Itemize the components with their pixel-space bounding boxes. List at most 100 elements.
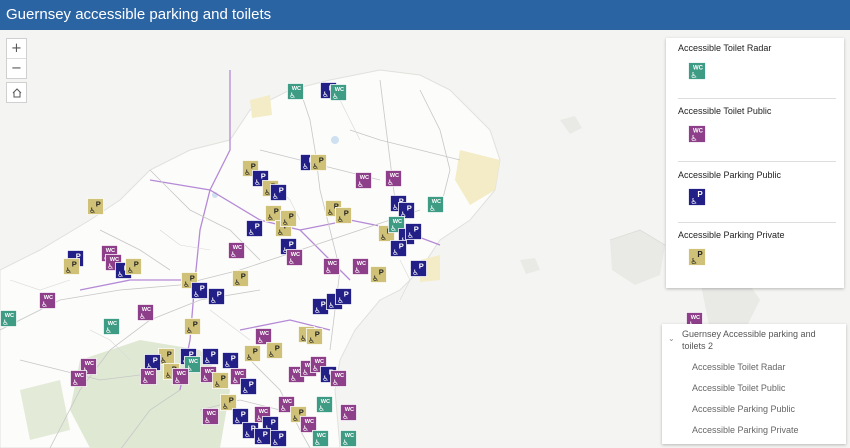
svg-text:♿: ♿: [248, 228, 255, 237]
toilet-public-marker-icon[interactable]: WC ♿: [137, 304, 154, 321]
legend-divider: [678, 98, 836, 99]
svg-text:♿: ♿: [302, 162, 309, 171]
svg-text:♿: ♿: [272, 438, 279, 447]
svg-text:♿: ♿: [105, 326, 112, 335]
svg-text:♿: ♿: [117, 270, 124, 279]
toilet-public-marker-icon[interactable]: WC ♿: [70, 370, 87, 387]
parking-private-marker-icon[interactable]: P ♿: [184, 318, 201, 335]
parking-public-symbol-icon: P ♿: [688, 188, 706, 206]
svg-text:P: P: [289, 212, 294, 221]
legend-divider: [678, 222, 836, 223]
parking-public-marker-icon[interactable]: P ♿: [240, 378, 257, 395]
svg-text:P: P: [241, 410, 246, 419]
parking-private-marker-icon[interactable]: P ♿: [125, 258, 142, 275]
svg-text:P: P: [419, 262, 424, 271]
toilet-radar-marker-icon[interactable]: WC ♿: [427, 196, 444, 213]
layer-item-toilet-radar[interactable]: Accessible Toilet Radar: [692, 362, 785, 372]
svg-text:♿: ♿: [342, 412, 349, 421]
svg-text:P: P: [96, 200, 101, 209]
svg-text:♿: ♿: [72, 378, 79, 387]
parking-public-marker-icon[interactable]: P ♿: [270, 184, 287, 201]
layer-item-parking-private[interactable]: Accessible Parking Private: [692, 425, 799, 435]
parking-public-marker-icon[interactable]: P ♿: [410, 260, 427, 277]
toilet-public-marker-icon[interactable]: WC ♿: [352, 258, 369, 275]
parking-public-marker-icon[interactable]: P ♿: [191, 282, 208, 299]
parking-public-marker-icon[interactable]: P ♿: [222, 352, 239, 369]
svg-text:♿: ♿: [234, 278, 241, 287]
svg-text:P: P: [255, 222, 260, 231]
parking-public-marker-icon[interactable]: P ♿: [208, 288, 225, 305]
svg-text:P: P: [274, 207, 279, 216]
layer-group-label[interactable]: Guernsey Accessible parking and toilets …: [682, 328, 832, 352]
svg-text:♿: ♿: [127, 266, 134, 275]
svg-text:P: P: [211, 350, 216, 359]
toilet-public-marker-icon[interactable]: WC ♿: [385, 170, 402, 187]
parking-private-marker-icon[interactable]: P ♿: [212, 372, 229, 389]
toilet-radar-marker-icon[interactable]: WC ♿: [316, 396, 333, 413]
svg-text:♿: ♿: [312, 162, 319, 171]
svg-text:♿: ♿: [204, 356, 211, 365]
layer-item-parking-public[interactable]: Accessible Parking Public: [692, 404, 795, 414]
svg-text:♿: ♿: [41, 300, 48, 309]
svg-text:♿: ♿: [107, 262, 114, 271]
toilet-radar-marker-icon[interactable]: WC ♿: [287, 83, 304, 100]
svg-text:♿: ♿: [202, 374, 209, 383]
svg-text:P: P: [279, 186, 284, 195]
home-icon: [12, 87, 21, 97]
toilet-public-marker-icon[interactable]: WC ♿: [330, 370, 347, 387]
toilet-public-marker-icon[interactable]: WC ♿: [172, 368, 189, 385]
svg-text:♿: ♿: [193, 290, 200, 299]
toilet-public-marker-icon[interactable]: WC ♿: [39, 292, 56, 309]
svg-text:P: P: [399, 242, 404, 251]
toilet-radar-marker-icon[interactable]: WC ♿: [0, 310, 17, 327]
chevron-down-icon[interactable]: ⌄: [668, 334, 675, 343]
svg-text:♿: ♿: [268, 350, 275, 359]
svg-text:♿: ♿: [230, 250, 237, 259]
parking-private-marker-icon[interactable]: P ♿: [370, 266, 387, 283]
zoom-control: + −: [6, 38, 27, 79]
toilet-public-marker-icon[interactable]: WC ♿: [286, 249, 303, 266]
parking-private-marker-icon[interactable]: P ♿: [335, 207, 352, 224]
svg-text:♿: ♿: [354, 266, 361, 275]
toilet-public-marker-icon[interactable]: WC ♿: [355, 172, 372, 189]
toilet-radar-marker-icon[interactable]: WC ♿: [103, 318, 120, 335]
svg-text:P: P: [221, 374, 226, 383]
parking-public-marker-icon[interactable]: P ♿: [246, 220, 263, 237]
svg-text:♿: ♿: [174, 376, 181, 385]
svg-text:♿: ♿: [210, 296, 217, 305]
parking-public-marker-icon[interactable]: P ♿: [405, 223, 422, 240]
svg-text:P: P: [200, 284, 205, 293]
svg-text:♿: ♿: [232, 376, 239, 385]
parking-private-marker-icon[interactable]: P ♿: [63, 258, 80, 275]
parking-private-marker-icon[interactable]: P ♿: [232, 270, 249, 287]
toilet-public-marker-icon[interactable]: WC ♿: [323, 258, 340, 275]
svg-text:♿: ♿: [690, 257, 697, 266]
toilet-radar-marker-icon[interactable]: WC ♿: [340, 430, 357, 447]
zoom-in-button[interactable]: +: [7, 39, 26, 58]
svg-text:♿: ♿: [314, 438, 321, 447]
svg-text:♿: ♿: [392, 248, 399, 257]
parking-private-marker-icon[interactable]: P ♿: [306, 328, 323, 345]
home-button[interactable]: [6, 82, 27, 103]
parking-public-marker-icon[interactable]: P ♿: [390, 240, 407, 257]
parking-private-marker-icon[interactable]: P ♿: [87, 198, 104, 215]
app-header: Guernsey accessible parking and toilets: [0, 0, 850, 30]
parking-public-marker-icon[interactable]: P ♿: [270, 430, 287, 447]
parking-public-marker-icon[interactable]: P ♿: [254, 428, 271, 445]
toilet-radar-marker-icon[interactable]: WC ♿: [330, 84, 347, 101]
toilet-public-marker-icon[interactable]: WC ♿: [202, 408, 219, 425]
zoom-out-button[interactable]: −: [7, 58, 26, 78]
svg-text:♿: ♿: [289, 91, 296, 100]
toilet-public-symbol-icon: WC ♿: [688, 125, 706, 143]
toilet-public-marker-icon[interactable]: WC ♿: [340, 404, 357, 421]
parking-private-marker-icon[interactable]: P ♿: [266, 342, 283, 359]
parking-private-marker-icon[interactable]: P ♿: [310, 154, 327, 171]
toilet-radar-marker-icon[interactable]: WC ♿: [312, 430, 329, 447]
parking-public-marker-icon[interactable]: P ♿: [335, 288, 352, 305]
parking-public-marker-icon[interactable]: P ♿: [202, 348, 219, 365]
toilet-public-marker-icon[interactable]: WC ♿: [140, 368, 157, 385]
parking-private-marker-icon[interactable]: P ♿: [244, 345, 261, 362]
parking-private-marker-icon[interactable]: P ♿: [280, 210, 297, 227]
layer-item-toilet-public[interactable]: Accessible Toilet Public: [692, 383, 785, 393]
toilet-public-marker-icon[interactable]: WC ♿: [228, 242, 245, 259]
